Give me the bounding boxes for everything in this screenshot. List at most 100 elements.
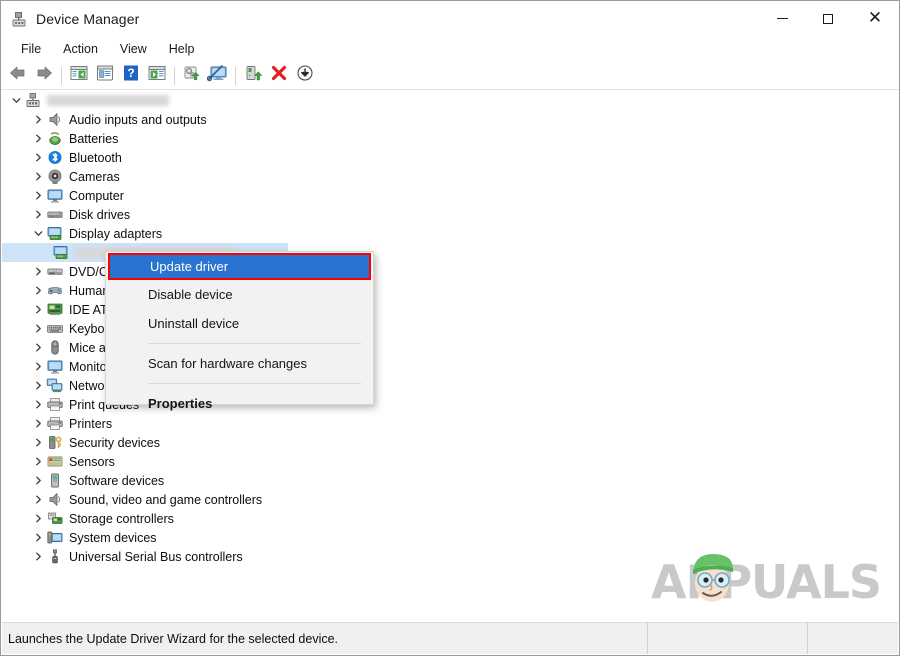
network-adapter-icon bbox=[46, 377, 64, 394]
ide-controller-icon bbox=[46, 301, 64, 318]
disk-drive-icon bbox=[46, 206, 64, 223]
context-menu[interactable]: Update driver Disable device Uninstall d… bbox=[105, 251, 374, 411]
enable-device-button[interactable] bbox=[240, 64, 266, 88]
tree-item-label: Software devices bbox=[69, 473, 165, 488]
tree-item-software-devices[interactable]: Software devices bbox=[2, 471, 898, 490]
context-menu-item-uninstall-device[interactable]: Uninstall device bbox=[106, 309, 373, 338]
chevron-right-icon[interactable] bbox=[30, 281, 46, 300]
chevron-right-icon[interactable] bbox=[30, 357, 46, 376]
properties-button[interactable] bbox=[92, 64, 118, 88]
back-button[interactable] bbox=[5, 64, 31, 88]
tree-item-label: System devices bbox=[69, 530, 157, 545]
camera-icon bbox=[46, 168, 64, 185]
update-driver-button[interactable] bbox=[179, 64, 205, 88]
tree-item-label: Audio inputs and outputs bbox=[69, 112, 207, 127]
chevron-right-icon[interactable] bbox=[30, 262, 46, 281]
storage-controller-icon bbox=[46, 510, 64, 527]
tree-item-batteries[interactable]: Batteries bbox=[2, 129, 898, 148]
menu-help[interactable]: Help bbox=[159, 40, 205, 58]
tree-item-disk-drives[interactable]: Disk drives bbox=[2, 205, 898, 224]
scan-for-hardware-changes-button[interactable] bbox=[205, 64, 231, 88]
chevron-right-icon[interactable] bbox=[30, 414, 46, 433]
usb-controller-icon bbox=[46, 548, 64, 565]
tree-item-computer[interactable]: Computer bbox=[2, 186, 898, 205]
title-bar: Device Manager ✕ bbox=[1, 1, 899, 36]
chevron-right-icon[interactable] bbox=[30, 205, 46, 224]
chevron-right-icon[interactable] bbox=[30, 547, 46, 566]
tree-root-row[interactable] bbox=[2, 91, 898, 110]
chevron-right-icon[interactable] bbox=[30, 490, 46, 509]
toolbar-separator bbox=[61, 66, 62, 85]
show-hide-console-tree-button[interactable] bbox=[66, 64, 92, 88]
bluetooth-icon bbox=[46, 149, 64, 166]
monitor-icon bbox=[46, 358, 64, 375]
printer-icon bbox=[46, 396, 64, 413]
chevron-right-icon[interactable] bbox=[30, 186, 46, 205]
menu-action[interactable]: Action bbox=[53, 40, 108, 58]
disable-device-icon bbox=[295, 64, 315, 87]
chevron-right-icon[interactable] bbox=[30, 129, 46, 148]
tree-item-label: Computer bbox=[69, 188, 124, 203]
help-button[interactable]: ? bbox=[118, 64, 144, 88]
tree-item-label: Universal Serial Bus controllers bbox=[69, 549, 243, 564]
chevron-down-icon[interactable] bbox=[8, 91, 24, 110]
tree-item-storage-controllers[interactable]: Storage controllers bbox=[2, 509, 898, 528]
chevron-down-icon[interactable] bbox=[30, 224, 46, 243]
tree-item-label: Display adapters bbox=[69, 226, 163, 241]
chevron-right-icon[interactable] bbox=[30, 338, 46, 357]
tree-item-cameras[interactable]: Cameras bbox=[2, 167, 898, 186]
uninstall-device-button[interactable] bbox=[266, 64, 292, 88]
tree-item-system-devices[interactable]: System devices bbox=[2, 528, 898, 547]
device-manager-window: Device Manager ✕ File Action View Help ?… bbox=[0, 0, 900, 656]
chevron-right-icon[interactable] bbox=[30, 433, 46, 452]
tree-item-label: Disk drives bbox=[69, 207, 131, 222]
system-device-icon bbox=[46, 529, 64, 546]
context-menu-item-properties[interactable]: Properties bbox=[106, 389, 373, 418]
tree-item-label: Sound, video and game controllers bbox=[69, 492, 263, 507]
view-details-icon bbox=[147, 64, 167, 87]
context-menu-item-scan-for-hardware-changes[interactable]: Scan for hardware changes bbox=[106, 349, 373, 378]
tree-item-sensors[interactable]: Sensors bbox=[2, 452, 898, 471]
status-bar: Launches the Update Driver Wizard for th… bbox=[2, 622, 898, 654]
menu-file[interactable]: File bbox=[11, 40, 51, 58]
chevron-right-icon[interactable] bbox=[30, 148, 46, 167]
context-menu-item-update-driver[interactable]: Update driver bbox=[108, 253, 371, 280]
tree-item-label: Bluetooth bbox=[69, 150, 122, 165]
tree-item-audio-inputs-and-outputs[interactable]: Audio inputs and outputs bbox=[2, 110, 898, 129]
battery-icon bbox=[46, 130, 64, 147]
speaker-icon bbox=[46, 111, 64, 128]
uninstall-device-icon bbox=[269, 64, 289, 87]
chevron-right-icon[interactable] bbox=[30, 528, 46, 547]
tree-item-bluetooth[interactable]: Bluetooth bbox=[2, 148, 898, 167]
show-hide-console-tree-icon bbox=[69, 64, 89, 87]
forward-button[interactable] bbox=[31, 64, 57, 88]
tree-item-security-devices[interactable]: Security devices bbox=[2, 433, 898, 452]
minimize-button[interactable] bbox=[759, 1, 805, 36]
menu-view[interactable]: View bbox=[110, 40, 157, 58]
chevron-right-icon[interactable] bbox=[30, 376, 46, 395]
computer-root-icon bbox=[24, 92, 42, 109]
tree-item-universal-serial-bus-controllers[interactable]: Universal Serial Bus controllers bbox=[2, 547, 898, 566]
maximize-button[interactable] bbox=[805, 1, 851, 36]
close-button[interactable]: ✕ bbox=[851, 1, 899, 36]
properties-icon bbox=[95, 64, 115, 87]
chevron-right-icon[interactable] bbox=[30, 167, 46, 186]
tree-item-sound-video-and-game-controllers[interactable]: Sound, video and game controllers bbox=[2, 490, 898, 509]
chevron-right-icon[interactable] bbox=[30, 319, 46, 338]
chevron-right-icon[interactable] bbox=[30, 509, 46, 528]
disable-device-button[interactable] bbox=[292, 64, 318, 88]
tree-item-display-adapters[interactable]: Display adapters bbox=[2, 224, 898, 243]
chevron-right-icon[interactable] bbox=[30, 110, 46, 129]
keyboard-icon bbox=[46, 320, 64, 337]
context-menu-item-disable-device[interactable]: Disable device bbox=[106, 280, 373, 309]
tree-item-label: Sensors bbox=[69, 454, 115, 469]
redacted-computer-name bbox=[47, 95, 169, 106]
menu-bar: File Action View Help bbox=[1, 36, 899, 62]
toolbar: ? bbox=[1, 62, 899, 90]
view-details-button[interactable] bbox=[144, 64, 170, 88]
chevron-right-icon[interactable] bbox=[30, 471, 46, 490]
chevron-right-icon[interactable] bbox=[30, 452, 46, 471]
chevron-right-icon[interactable] bbox=[30, 300, 46, 319]
tree-item-label: Cameras bbox=[69, 169, 120, 184]
chevron-right-icon[interactable] bbox=[30, 395, 46, 414]
